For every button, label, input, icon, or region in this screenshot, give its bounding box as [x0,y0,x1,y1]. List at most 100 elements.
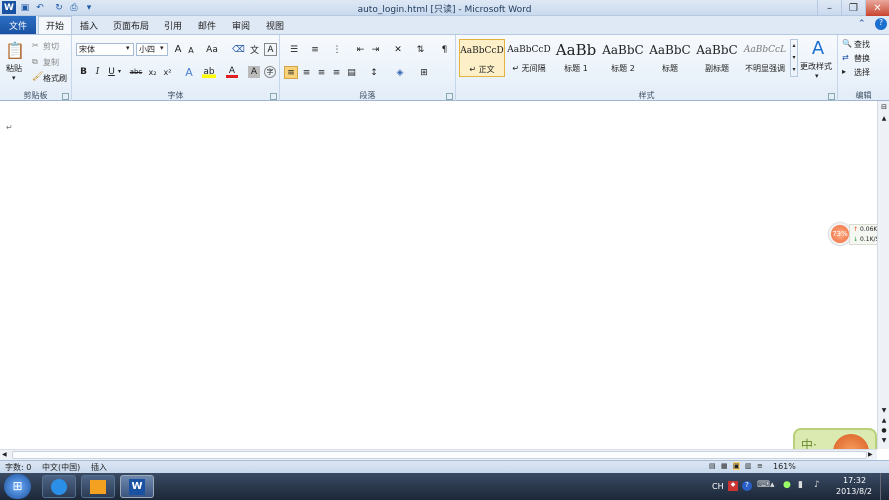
font-color-icon[interactable]: A [226,66,238,78]
word-taskbar[interactable]: W [120,475,154,498]
underline-dropdown-icon[interactable]: ▾ [118,68,121,75]
style-normal[interactable]: AaBbCcD ↵ 正文 [459,39,505,77]
style-subtle-emphasis[interactable]: AaBbCcL 不明显强调 [741,39,789,77]
tab-file[interactable]: 文件 [0,16,36,34]
print-layout-view-icon[interactable]: ▤ [709,462,716,470]
borders-icon[interactable]: ⊞ [416,66,432,79]
tray-security-icon[interactable]: ● [783,480,791,490]
close-icon[interactable]: ✕ [865,0,889,16]
help-icon[interactable]: ? [875,18,887,30]
insert-mode-indicator[interactable]: 插入 [91,462,107,473]
sogou-browser-taskbar[interactable] [42,475,76,498]
sort-icon[interactable]: ⇅ [414,43,427,56]
language-indicator[interactable]: 中文(中国) [42,462,80,473]
text-effects-icon[interactable]: A [182,66,196,79]
scroll-up-icon[interactable]: ▲ [879,115,889,123]
change-styles-button[interactable]: 更改样式 [800,61,832,72]
increase-indent-icon[interactable]: ⇥ [369,43,382,56]
restore-icon[interactable]: ❐ [841,0,865,16]
net-speed-gauge[interactable]: 73% [829,223,851,245]
replace-button[interactable]: 替换 [854,53,870,64]
paste-icon[interactable]: 📋 [4,38,26,62]
tab-mailings[interactable]: 邮件 [194,16,220,34]
horizontal-scrollbar[interactable]: ◀ ▶ [0,449,877,460]
document-canvas[interactable]: ↵ 73% ↑0.06K/S ↓0.1K/S 中·简 [0,101,885,474]
paste-button[interactable]: 粘贴 [6,63,22,74]
enclosed-char-icon[interactable]: 字 [264,66,276,78]
scroll-left-icon[interactable]: ◀ [2,451,7,458]
tab-review[interactable]: 审阅 [228,16,254,34]
tab-home[interactable]: 开始 [38,16,72,34]
superscript-button[interactable]: x² [161,66,174,78]
phonetic-guide-icon[interactable]: 文 [248,43,261,56]
tray-help-icon[interactable]: ? [742,481,752,491]
style-title[interactable]: AaBbC 标题 [647,39,693,77]
clock-date[interactable]: 2013/8/2 [836,487,872,496]
style-no-spacing[interactable]: AaBbCcD ↵ 无间隔 [506,39,552,77]
change-styles-icon[interactable]: A [804,37,832,59]
copy-button[interactable]: 复制 [43,57,59,68]
bullets-icon[interactable]: ☰ [285,43,303,56]
collapse-ribbon-icon[interactable]: ⌃ [858,19,870,31]
align-center-icon[interactable]: ≡ [300,66,313,79]
browse-object-icon[interactable]: ● [879,427,889,435]
start-button[interactable]: ⊞ [4,474,31,499]
tray-expand-icon[interactable]: ▴ [770,480,775,490]
align-right-icon[interactable]: ≡ [315,66,328,79]
justify-icon[interactable]: ≡ [330,66,343,79]
web-layout-view-icon[interactable]: ▣ [733,462,740,470]
shading-icon[interactable]: ◈ [392,66,408,79]
align-left-icon[interactable]: ≡ [284,66,298,79]
shrink-font-button[interactable]: A [186,45,196,56]
clear-format-icon[interactable]: ⌫ [232,43,245,56]
horizontal-scroll-thumb[interactable] [12,451,867,459]
multilevel-list-icon[interactable]: ⋮ [328,43,346,56]
tab-references[interactable]: 引用 [160,16,186,34]
styles-launcher-icon[interactable] [828,93,835,100]
scroll-right-icon[interactable]: ▶ [868,451,873,458]
styles-scroll-icon[interactable]: ▴ ▾ ▾ [790,39,798,77]
font-name-dropdown-icon[interactable]: ▾ [126,44,130,52]
next-page-icon[interactable]: ▼ [879,437,889,445]
zoom-level[interactable]: 161% [773,462,796,471]
cut-button[interactable]: 剪切 [43,41,59,52]
tray-volume-icon[interactable]: ♪ [814,480,820,490]
char-border-icon[interactable]: A [264,43,277,56]
font-size-dropdown-icon[interactable]: ▾ [160,44,164,52]
app-taskbar[interactable] [81,475,115,498]
chinese-layout-icon[interactable]: ✕ [390,43,406,56]
distributed-icon[interactable]: ▤ [345,66,358,79]
char-shading-icon[interactable]: A [248,66,260,78]
tab-view[interactable]: 视图 [262,16,288,34]
style-heading-1[interactable]: AaBb 标题 1 [553,39,599,77]
paragraph-launcher-icon[interactable] [446,93,453,100]
format-painter-button[interactable]: 格式刷 [43,73,67,84]
grow-font-button[interactable]: A [172,43,184,56]
ruler-toggle-icon[interactable]: ⊟ [879,103,889,113]
style-heading-2[interactable]: AaBbC 标题 2 [600,39,646,77]
clipboard-launcher-icon[interactable] [62,93,69,100]
draft-view-icon[interactable]: ≡ [757,462,763,470]
tray-keyboard-icon[interactable]: ⌨ [757,480,770,490]
style-subtitle[interactable]: AaBbC 副标题 [694,39,740,77]
strikethrough-button[interactable]: abc [128,66,144,78]
line-spacing-icon[interactable]: ↕ [366,66,382,79]
decrease-indent-icon[interactable]: ⇤ [354,43,367,56]
change-case-button[interactable]: Aa [204,43,220,56]
full-screen-view-icon[interactable]: ▦ [721,462,728,470]
outline-view-icon[interactable]: ▥ [745,462,752,470]
word-count[interactable]: 字数: 0 [5,462,31,473]
find-button[interactable]: 查找 [854,39,870,50]
underline-button[interactable]: U [106,66,117,78]
font-launcher-icon[interactable] [270,93,277,100]
clock-time[interactable]: 17:32 [843,476,866,485]
tray-app-icon[interactable]: ◆ [728,481,738,491]
tab-insert[interactable]: 插入 [76,16,102,34]
select-button[interactable]: 选择 [854,67,870,78]
tray-network-icon[interactable]: ▮ [798,480,803,490]
vertical-scrollbar[interactable]: ⊟ ▲ ▼ ▲ ● ▼ [877,101,889,449]
subscript-button[interactable]: x₂ [146,66,159,78]
numbering-icon[interactable]: ≡ [306,43,324,56]
paste-dropdown-icon[interactable]: ▾ [12,74,16,82]
tray-language[interactable]: CH [712,482,724,491]
